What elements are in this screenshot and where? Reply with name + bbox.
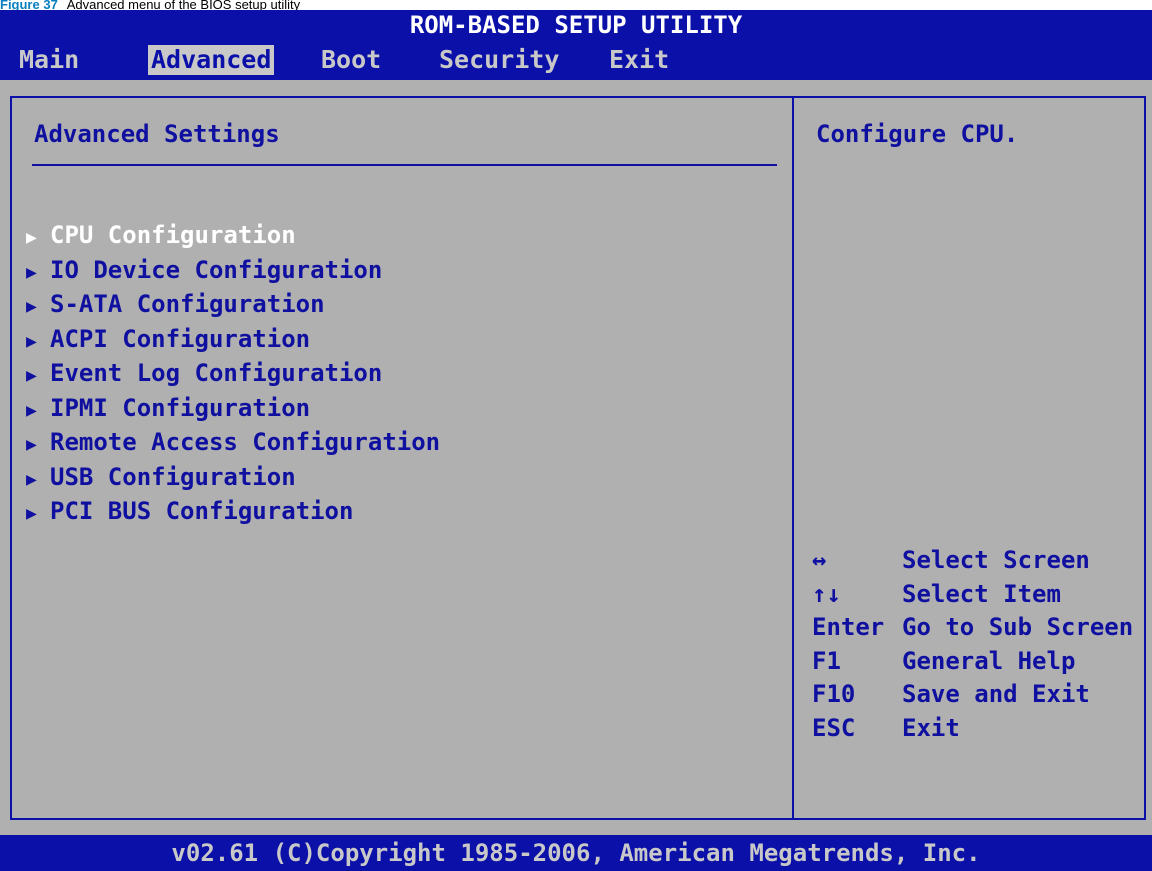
key-legend-row: Enter Go to Sub Screen — [812, 611, 1133, 645]
config-item-event-log[interactable]: ▶ Event Log Configuration — [26, 356, 440, 391]
submenu-arrow-icon: ▶ — [26, 330, 37, 352]
up-down-arrow-icon: ↑↓ — [812, 579, 841, 608]
key-legend-row: F1 General Help — [812, 645, 1133, 679]
key-description: Select Screen — [902, 546, 1090, 574]
figure-caption-text: Advanced menu of the BIOS setup utility — [66, 0, 301, 10]
key-description: Go to Sub Screen — [902, 613, 1134, 641]
config-item-label: Event Log Configuration — [50, 359, 383, 387]
key-description: General Help — [902, 646, 1076, 675]
settings-panel: Advanced Settings ▶ CPU Configuration ▶ IO… — [10, 96, 792, 820]
config-item-label: S-ATA Configuration — [50, 290, 325, 318]
submenu-arrow-icon: ▶ — [26, 365, 37, 386]
copyright-footer: v02.61 (C)Copyright 1985-2006, American … — [0, 835, 1152, 871]
key-description: Exit — [902, 713, 960, 742]
help-description: Configure CPU. — [816, 120, 1019, 148]
key-name: ESC — [812, 713, 856, 742]
left-right-arrow-icon: ↔ — [812, 546, 827, 574]
submenu-arrow-icon: ▶ — [26, 296, 37, 317]
figure-caption: Figure 37 Advanced menu of the BIOS setu… — [0, 0, 1152, 10]
menu-tab-advanced[interactable]: Advanced — [148, 45, 275, 75]
submenu-arrow-icon: ▶ — [26, 468, 37, 490]
submenu-arrow-icon: ▶ — [26, 399, 37, 421]
config-item-cpu[interactable]: ▶ CPU Configuration — [26, 218, 440, 253]
config-item-label: PCI BUS Configuration — [50, 497, 354, 525]
key-name: F1 — [812, 646, 841, 675]
bios-title: ROM-BASED SETUP UTILITY — [0, 10, 1152, 40]
config-item-usb[interactable]: ▶ USB Configuration — [26, 460, 440, 495]
submenu-arrow-icon: ▶ — [26, 434, 37, 455]
config-item-io-device[interactable]: ▶ IO Device Configuration — [26, 253, 440, 288]
config-item-label: USB Configuration — [50, 462, 296, 491]
key-legend-row: ↔ Select Screen — [812, 544, 1133, 578]
key-description: Save and Exit — [902, 680, 1090, 708]
config-item-label: ACPI Configuration — [50, 324, 311, 353]
config-item-label: IPMI Configuration — [50, 393, 311, 422]
menu-tab-exit[interactable]: Exit — [606, 45, 672, 75]
config-item-acpi[interactable]: ▶ ACPI Configuration — [26, 322, 440, 357]
help-panel: Configure CPU. ↔ Select Screen ↑↓ Select I… — [792, 96, 1146, 820]
config-item-remote-access[interactable]: ▶ Remote Access Configuration — [26, 425, 440, 460]
key-legend-row: F10 Save and Exit — [812, 678, 1133, 712]
section-title: Advanced Settings — [34, 120, 280, 148]
key-legend-row: ESC Exit — [812, 712, 1133, 746]
menu-tab-boot[interactable]: Boot — [318, 45, 384, 75]
key-legend: ↔ Select Screen ↑↓ Select Item Enter Go to … — [812, 544, 1133, 745]
config-item-s-ata[interactable]: ▶ S-ATA Configuration — [26, 287, 440, 322]
section-divider — [32, 164, 777, 166]
key-description: Select Item — [902, 579, 1061, 608]
config-item-label: CPU Configuration — [50, 221, 296, 249]
config-item-pci-bus[interactable]: ▶ PCI BUS Configuration — [26, 494, 440, 529]
key-name: Enter — [812, 613, 885, 641]
key-name: F10 — [812, 680, 856, 708]
menu-tab-main[interactable]: Main — [16, 45, 82, 75]
bios-screen: ROM-BASED SETUP UTILITY Main Advanced Bo… — [0, 10, 1152, 871]
submenu-arrow-icon: ▶ — [26, 261, 37, 283]
submenu-arrow-icon: ▶ — [26, 503, 37, 524]
config-menu-list: ▶ CPU Configuration ▶ IO Device Configurat… — [26, 218, 440, 529]
config-item-ipmi[interactable]: ▶ IPMI Configuration — [26, 391, 440, 426]
config-item-label: Remote Access Configuration — [50, 428, 441, 456]
menu-bar: Main Advanced Boot Security Exit — [0, 40, 1152, 80]
menu-tab-security[interactable]: Security — [436, 45, 562, 75]
key-legend-row: ↑↓ Select Item — [812, 578, 1133, 612]
submenu-arrow-icon: ▶ — [26, 227, 37, 248]
config-item-label: IO Device Configuration — [50, 255, 383, 284]
figure-label: Figure 37 — [0, 0, 58, 10]
